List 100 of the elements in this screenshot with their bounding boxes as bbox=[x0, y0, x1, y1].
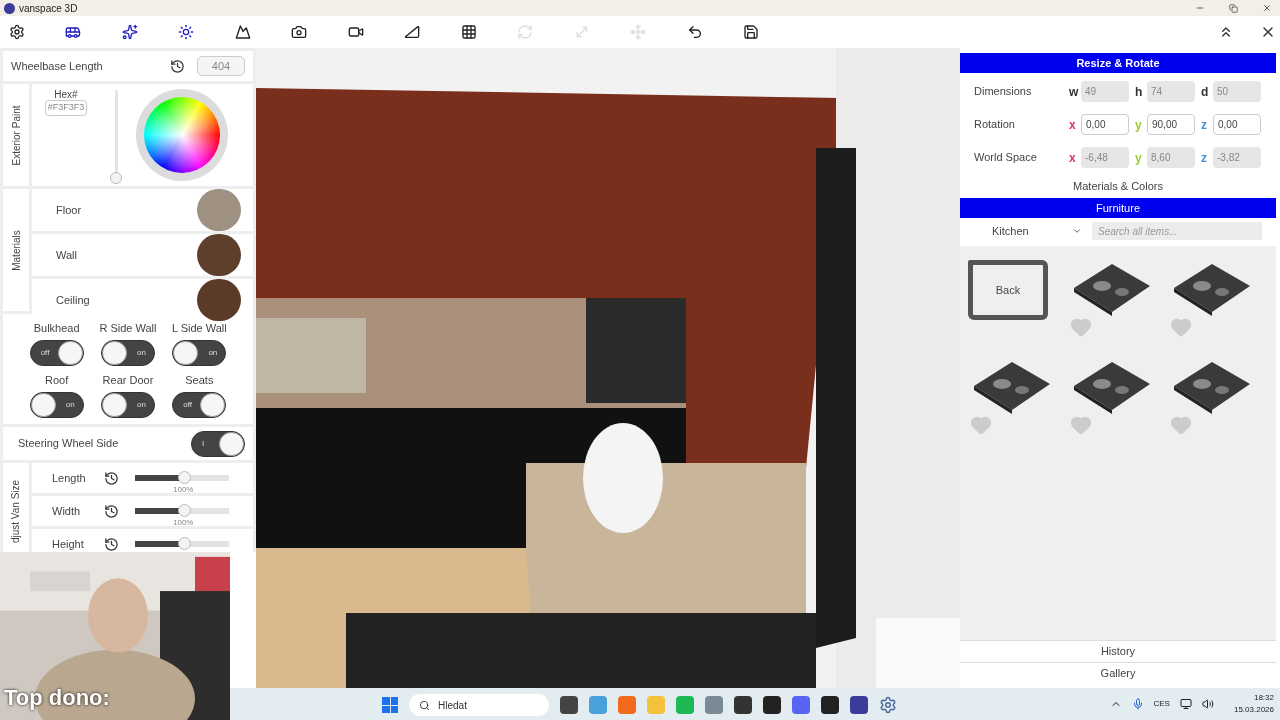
chevron-down-icon bbox=[1072, 226, 1082, 236]
toggle-label: Roof bbox=[45, 373, 69, 388]
start-icon[interactable] bbox=[382, 697, 398, 713]
color-swatch[interactable] bbox=[197, 189, 241, 231]
toggle-switch[interactable]: off bbox=[29, 339, 84, 366]
toggle-switch[interactable]: on bbox=[172, 339, 227, 366]
reset-icon[interactable] bbox=[104, 503, 119, 519]
triangle-ruler-icon bbox=[404, 24, 420, 40]
material-label: Ceiling bbox=[56, 292, 91, 308]
toggle-switch[interactable]: on bbox=[29, 391, 84, 418]
mountain-icon bbox=[234, 24, 251, 40]
toggle-label: R Side Wall bbox=[99, 321, 157, 336]
van-icon bbox=[65, 24, 81, 40]
back-folder[interactable]: Back bbox=[968, 260, 1048, 320]
clock-date[interactable]: 15.03.2026 bbox=[1233, 704, 1274, 716]
undo-icon bbox=[686, 24, 703, 40]
toggle-text: on bbox=[137, 346, 146, 359]
material-row[interactable]: Floor bbox=[32, 189, 253, 231]
search-icon bbox=[419, 699, 430, 711]
camera-icon bbox=[291, 24, 307, 40]
axis-label: z bbox=[1201, 149, 1208, 167]
material-label: Floor bbox=[56, 202, 83, 218]
rotate-icon bbox=[517, 24, 533, 40]
property-label: World Space bbox=[974, 150, 1038, 166]
axis-label: z bbox=[1201, 116, 1208, 134]
restore-icon[interactable] bbox=[1229, 3, 1238, 13]
slider-thumb[interactable] bbox=[177, 537, 191, 550]
slider-label: Height bbox=[52, 536, 85, 552]
monitor-icon[interactable] bbox=[1179, 698, 1192, 710]
app-icon[interactable] bbox=[734, 696, 752, 714]
sun-icon bbox=[178, 24, 194, 40]
panel-tab[interactable]: History bbox=[960, 640, 1276, 662]
video-camera-icon bbox=[347, 24, 364, 40]
material-row[interactable]: Wall bbox=[32, 234, 253, 276]
color-swatch[interactable] bbox=[197, 279, 241, 321]
color-swatch[interactable] bbox=[197, 234, 241, 276]
axis-label: y bbox=[1135, 149, 1143, 167]
material-label: Wall bbox=[56, 247, 78, 263]
reset-icon[interactable] bbox=[104, 536, 119, 552]
axis-label: d bbox=[1201, 83, 1210, 101]
move-icon bbox=[630, 24, 646, 40]
slider-reading: 100% bbox=[173, 517, 194, 529]
axis-label: x bbox=[1069, 149, 1077, 167]
toggle-label: Seats bbox=[185, 373, 214, 388]
value-field[interactable]: 0,00 bbox=[1081, 114, 1129, 135]
slider-thumb[interactable] bbox=[177, 504, 191, 517]
save-icon bbox=[743, 24, 759, 40]
toggle-text: on bbox=[65, 398, 75, 411]
toggle-text: on bbox=[137, 398, 146, 411]
toggle-text: I bbox=[202, 437, 205, 450]
materials-colors-link[interactable]: Materials & Colors bbox=[960, 176, 1276, 196]
window-title: vanspace 3D bbox=[19, 1, 78, 16]
toggle-text: off bbox=[183, 398, 193, 411]
close-icon[interactable] bbox=[1262, 3, 1272, 13]
app-icon[interactable] bbox=[850, 696, 868, 714]
steering-label: Steering Wheel Side bbox=[18, 436, 120, 452]
search-field[interactable]: Search all items... bbox=[1092, 222, 1262, 240]
panel-tab[interactable]: Gallery bbox=[960, 662, 1276, 684]
toggle-label: Rear Door bbox=[102, 373, 154, 388]
value-field[interactable]: 0,00 bbox=[1213, 114, 1261, 135]
volume-icon[interactable] bbox=[1201, 698, 1214, 710]
material-row[interactable]: Ceiling bbox=[32, 279, 253, 321]
clock-time[interactable]: 18:32 bbox=[1253, 692, 1274, 704]
app-icon[interactable] bbox=[560, 696, 578, 714]
axis-label: h bbox=[1135, 83, 1144, 101]
chat-icon[interactable] bbox=[792, 696, 810, 714]
reset-icon[interactable] bbox=[170, 58, 185, 74]
section-title: djust Van Size bbox=[9, 479, 23, 543]
hex-field[interactable]: #F3F3F3 bbox=[44, 100, 88, 116]
toggle-switch[interactable]: on bbox=[101, 339, 155, 366]
app-icon[interactable] bbox=[821, 696, 839, 714]
section-header: Resize & Rotate bbox=[960, 53, 1276, 73]
toggle-switch[interactable]: on bbox=[101, 391, 155, 418]
section-title: Exterior Paint bbox=[9, 105, 23, 165]
settings-icon[interactable] bbox=[879, 696, 897, 714]
slider-label: Length bbox=[52, 470, 87, 486]
toggle-label: Bulkhead bbox=[33, 321, 80, 336]
toggle-switch[interactable]: off bbox=[172, 391, 227, 418]
language-indicator[interactable]: CES bbox=[1153, 698, 1170, 710]
value-field[interactable]: 90,00 bbox=[1147, 114, 1195, 135]
settings-icon bbox=[8, 24, 25, 40]
overlay-text: Top dono: bbox=[4, 684, 110, 712]
axis-label: y bbox=[1135, 116, 1143, 134]
category-dropdown[interactable]: Kitchen bbox=[992, 222, 1082, 240]
reset-icon[interactable] bbox=[104, 470, 119, 486]
property-label: Dimensions bbox=[974, 84, 1033, 100]
toggle-text: on bbox=[208, 346, 218, 359]
slider-thumb[interactable] bbox=[177, 471, 191, 484]
axis-label: x bbox=[1069, 116, 1077, 134]
app-icon[interactable] bbox=[763, 696, 781, 714]
section-header: Furniture bbox=[960, 198, 1276, 218]
toggle-switch[interactable]: I bbox=[191, 430, 245, 457]
wheelbase-label: Wheelbase Length bbox=[11, 58, 104, 74]
property-label: Rotation bbox=[974, 117, 1016, 133]
sparkles-icon bbox=[121, 24, 138, 40]
taskbar-search[interactable]: Hledat bbox=[409, 694, 549, 716]
toggle-text: off bbox=[40, 346, 50, 359]
section-title: Materials bbox=[9, 229, 23, 271]
microphone-icon[interactable] bbox=[1131, 698, 1144, 710]
grid-icon bbox=[460, 24, 477, 40]
